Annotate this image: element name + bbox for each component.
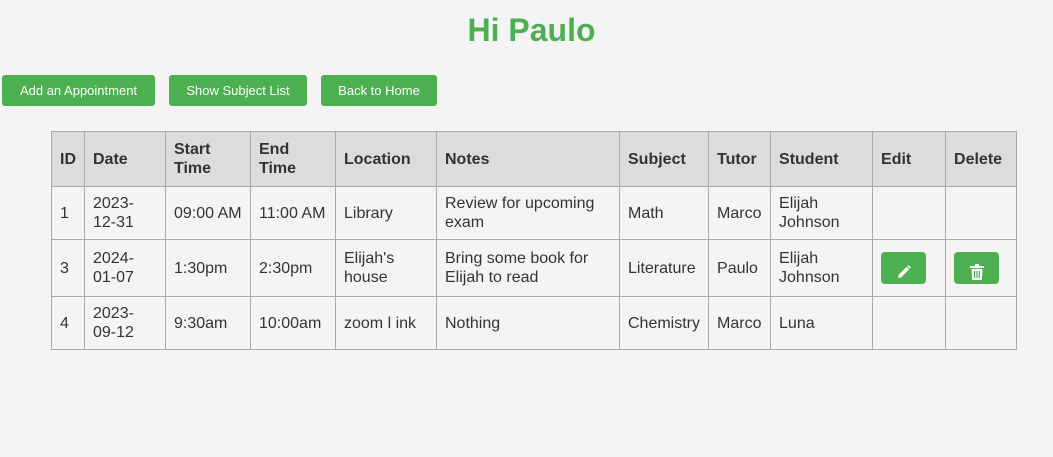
header-edit: Edit [872, 131, 947, 187]
cell-student: Elijah Johnson [770, 239, 874, 297]
cell-end-time: 10:00am [250, 296, 336, 350]
table-header-row: ID Date Start Time End Time Location Not… [51, 131, 1018, 187]
cell-date: 2023-09-12 [84, 296, 166, 350]
cell-start-time: 09:00 AM [165, 186, 251, 240]
cell-subject: Math [618, 186, 710, 240]
table-row: 4 2023-09-12 9:30am 10:00am zoom l ink N… [51, 296, 1018, 350]
cell-student: Luna [770, 296, 874, 350]
cell-edit [872, 239, 947, 297]
cell-tutor: Marco [708, 296, 772, 350]
cell-edit [872, 296, 947, 350]
header-student: Student [770, 131, 874, 187]
header-id: ID [51, 131, 85, 187]
header-date: Date [84, 131, 166, 187]
show-subject-list-button[interactable]: Show Subject List [169, 75, 307, 106]
header-notes: Notes [436, 131, 620, 187]
cell-delete [945, 296, 1018, 350]
table-row: 1 2023-12-31 09:00 AM 11:00 AM Library R… [51, 186, 1018, 240]
cell-location: zoom l ink [335, 296, 437, 350]
page-title: Hi Paulo [467, 12, 596, 48]
cell-id: 1 [51, 186, 85, 240]
cell-start-time: 9:30am [165, 296, 251, 350]
cell-id: 4 [51, 296, 85, 350]
cell-id: 3 [51, 239, 85, 297]
cell-notes: Review for upcoming exam [436, 186, 620, 240]
cell-date: 2024-01-07 [84, 239, 166, 297]
cell-delete [945, 239, 1018, 297]
delete-button[interactable] [954, 252, 1000, 284]
cell-location: Library [335, 186, 437, 240]
cell-start-time: 1:30pm [165, 239, 251, 297]
cell-date: 2023-12-31 [84, 186, 166, 240]
back-to-home-button[interactable]: Back to Home [321, 75, 437, 106]
cell-end-time: 11:00 AM [250, 186, 336, 240]
table-row: 3 2024-01-07 1:30pm 2:30pm Elijah's hous… [51, 239, 1018, 297]
cell-subject: Literature [618, 239, 710, 297]
cell-student: Elijah Johnson [770, 186, 874, 240]
edit-button[interactable] [881, 252, 927, 284]
cell-edit [872, 186, 947, 240]
header-subject: Subject [618, 131, 710, 187]
cell-tutor: Marco [708, 186, 772, 240]
cell-delete [945, 186, 1018, 240]
cell-notes: Nothing [436, 296, 620, 350]
cell-notes: Bring some book for Elijah to read [436, 239, 620, 297]
header-tutor: Tutor [708, 131, 772, 187]
header-end-time: End Time [250, 131, 336, 187]
header-start-time: Start Time [165, 131, 251, 187]
appointments-table: ID Date Start Time End Time Location Not… [51, 131, 1018, 350]
trash-icon [969, 264, 984, 280]
cell-end-time: 2:30pm [250, 239, 336, 297]
pencil-icon [897, 265, 911, 278]
cell-tutor: Paulo [708, 239, 772, 297]
add-appointment-button[interactable]: Add an Appointment [2, 75, 155, 106]
cell-subject: Chemistry [618, 296, 710, 350]
cell-location: Elijah's house [335, 239, 437, 297]
header-location: Location [335, 131, 437, 187]
header-delete: Delete [945, 131, 1018, 187]
